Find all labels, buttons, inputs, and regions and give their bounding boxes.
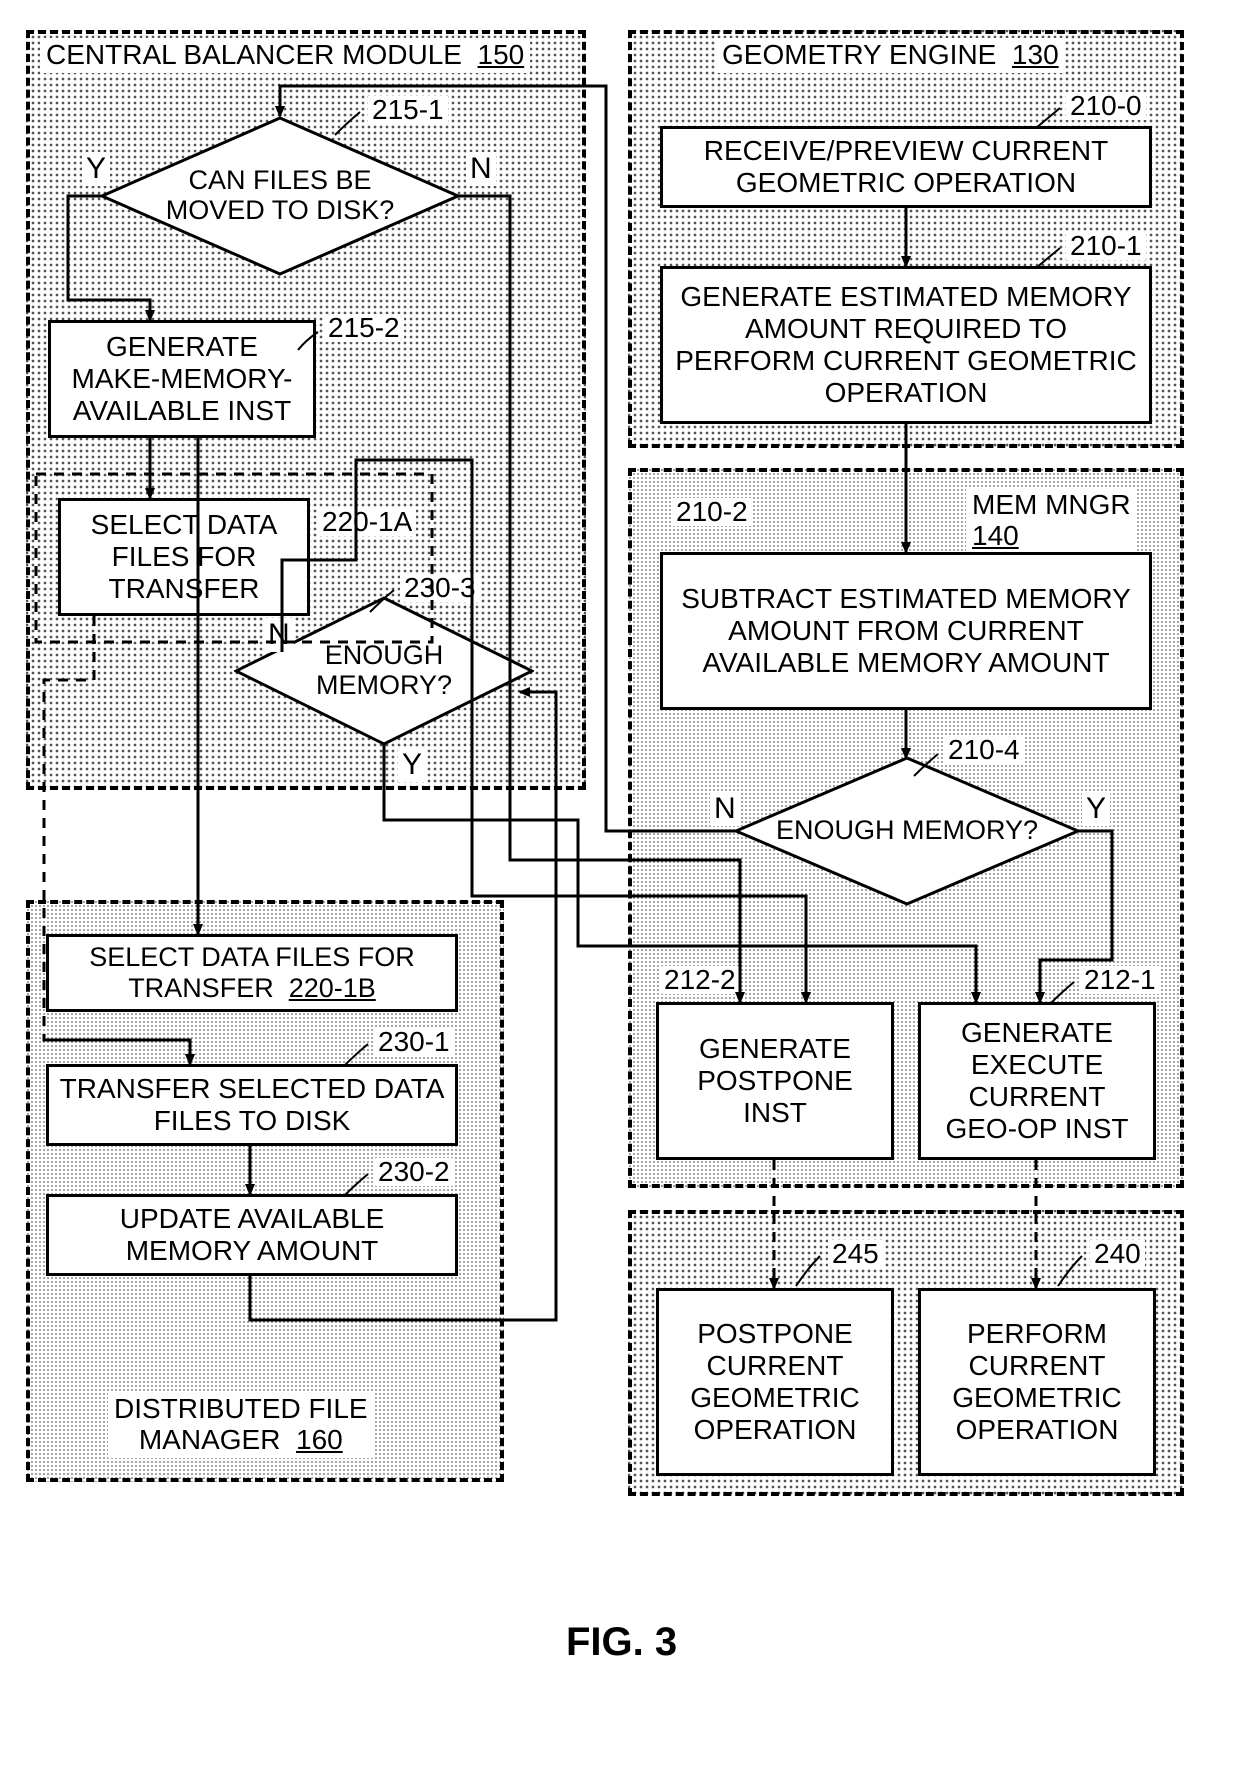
yn-y-215-1: Y (82, 152, 110, 186)
module-title-num: 150 (478, 39, 525, 70)
box-220-1B: SELECT DATA FILES FOR TRANSFER 220-1B (46, 934, 458, 1012)
module-title-text: GEOMETRY ENGINE (722, 39, 996, 70)
ref-212-2: 212-2 (660, 966, 740, 994)
module-title-mem-mngr: MEM MNGR140 (966, 488, 1137, 554)
figure-label: FIG. 3 (566, 1620, 677, 1665)
ref-220-1A: 220-1A (318, 508, 416, 536)
module-title-num: 130 (1012, 39, 1059, 70)
box-text: SUBTRACT ESTIMATED MEMORY AMOUNT FROM CU… (673, 583, 1139, 680)
module-title-text: CENTRAL BALANCER MODULE (46, 39, 462, 70)
module-title-num: 160 (296, 1424, 343, 1455)
box-text: GENERATE ESTIMATED MEMORY AMOUNT REQUIRE… (673, 281, 1139, 410)
ref-230-3: 230-3 (400, 574, 480, 602)
box-212-2: GENERATE POSTPONE INST (656, 1002, 894, 1160)
yn-n-215-1: N (466, 152, 496, 186)
yn-n-230-3: N (264, 618, 294, 652)
module-title-text: MEM MNGR (972, 489, 1131, 520)
yn-n-210-4: N (710, 792, 740, 826)
decision-210-4: ENOUGH MEMORY? (734, 756, 1080, 906)
decision-215-1: CAN FILES BE MOVED TO DISK? (100, 116, 460, 276)
box-230-2: UPDATE AVAILABLE MEMORY AMOUNT (46, 1194, 458, 1276)
box-text: UPDATE AVAILABLE MEMORY AMOUNT (59, 1203, 445, 1267)
ref-230-1: 230-1 (374, 1028, 454, 1056)
ref-215-2: 215-2 (324, 314, 404, 342)
box-210-0: RECEIVE/PREVIEW CURRENT GEOMETRIC OPERAT… (660, 126, 1152, 208)
module-title-num: 140 (972, 520, 1019, 551)
box-215-2: GENERATE MAKE-MEMORY-AVAILABLE INST (48, 320, 316, 438)
yn-y-230-3: Y (398, 748, 426, 782)
box-text: GENERATE EXECUTE CURRENT GEO-OP INST (931, 1017, 1143, 1146)
box-text: RECEIVE/PREVIEW CURRENT GEOMETRIC OPERAT… (673, 135, 1139, 199)
box-210-2: SUBTRACT ESTIMATED MEMORY AMOUNT FROM CU… (660, 552, 1152, 710)
box-245: POSTPONE CURRENT GEOMETRIC OPERATION (656, 1288, 894, 1476)
ref-215-1: 215-1 (368, 96, 448, 124)
box-text: GENERATE POSTPONE INST (669, 1033, 881, 1130)
module-title-dfm: DISTRIBUTED FILE MANAGER 160 (108, 1392, 374, 1458)
module-title-text: DISTRIBUTED FILE (114, 1393, 368, 1424)
box-text: TRANSFER SELECTED DATA FILES TO DISK (59, 1073, 445, 1137)
ref-230-2: 230-2 (374, 1158, 454, 1186)
box-240: PERFORM CURRENT GEOMETRIC OPERATION (918, 1288, 1156, 1476)
ref-240: 240 (1090, 1240, 1145, 1268)
box-212-1: GENERATE EXECUTE CURRENT GEO-OP INST (918, 1002, 1156, 1160)
ref-210-2: 210-2 (672, 498, 752, 526)
box-text: SELECT DATA FILES FOR TRANSFER (71, 509, 297, 606)
module-title-text2: MANAGER (139, 1424, 281, 1455)
ref-210-4: 210-4 (944, 736, 1024, 764)
ref-210-0: 210-0 (1066, 92, 1146, 120)
box-210-1: GENERATE ESTIMATED MEMORY AMOUNT REQUIRE… (660, 266, 1152, 424)
box-text: GENERATE MAKE-MEMORY-AVAILABLE INST (61, 331, 303, 428)
box-ref: 220-1B (289, 973, 376, 1003)
ref-212-1: 212-1 (1080, 966, 1160, 994)
box-230-1: TRANSFER SELECTED DATA FILES TO DISK (46, 1064, 458, 1146)
ref-210-1: 210-1 (1066, 232, 1146, 260)
module-title-central-balancer: CENTRAL BALANCER MODULE 150 (40, 38, 530, 73)
yn-y-210-4: Y (1082, 792, 1110, 826)
box-text: POSTPONE CURRENT GEOMETRIC OPERATION (669, 1318, 881, 1447)
box-text: PERFORM CURRENT GEOMETRIC OPERATION (931, 1318, 1143, 1447)
ref-245: 245 (828, 1240, 883, 1268)
diagram-canvas: CENTRAL BALANCER MODULE 150 GEOMETRY ENG… (0, 0, 1240, 1771)
module-title-geometry-engine: GEOMETRY ENGINE 130 (716, 38, 1065, 73)
